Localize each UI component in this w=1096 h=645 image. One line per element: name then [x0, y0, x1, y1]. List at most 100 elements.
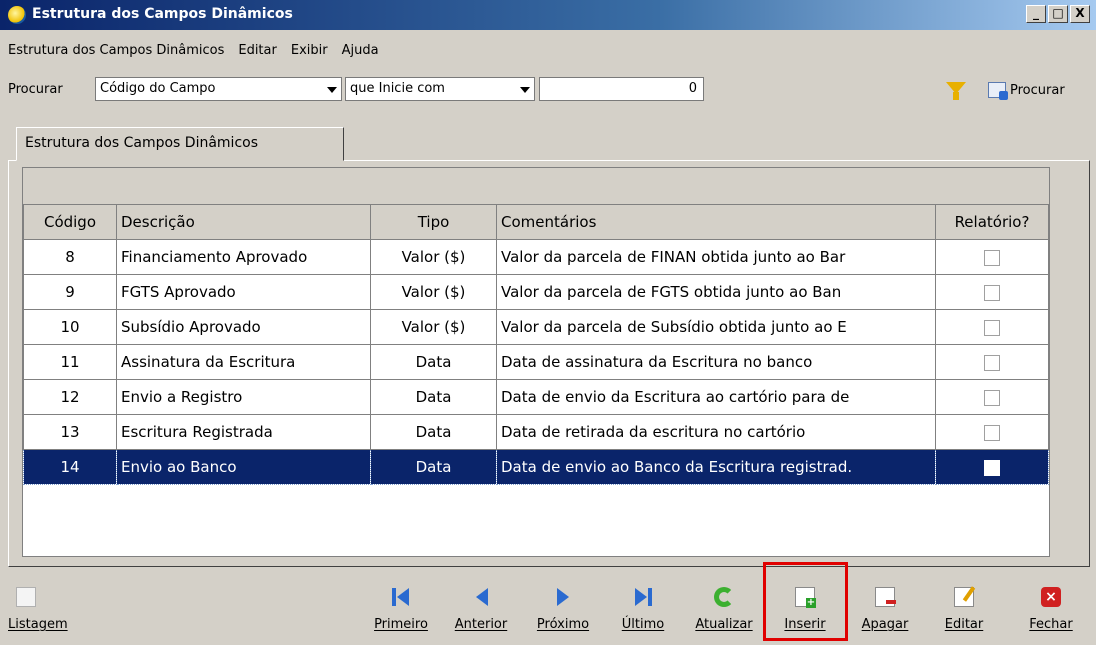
- atualizar-label: Atualizar: [695, 617, 753, 632]
- dropdown-arrow-icon: [520, 87, 530, 93]
- search-label: Procurar: [8, 82, 63, 97]
- fechar-label: Fechar: [1029, 617, 1073, 632]
- column-header-relatorio[interactable]: Relatório?: [935, 204, 1049, 240]
- cell-descricao: Assinatura da Escritura: [116, 344, 371, 380]
- relatorio-checkbox[interactable]: [984, 424, 1000, 441]
- cell-tipo: Valor ($): [370, 239, 497, 275]
- search-input[interactable]: 0: [539, 77, 704, 101]
- table-row[interactable]: 8 Financiamento Aprovado Valor ($) Valor…: [23, 239, 1049, 275]
- refresh-icon: [714, 587, 734, 607]
- relatorio-checkbox[interactable]: [984, 319, 1000, 336]
- cell-codigo: 8: [23, 239, 117, 275]
- listagem-label: Listagem: [8, 617, 68, 632]
- insert-page-icon: +: [795, 587, 816, 608]
- delete-page-icon: [875, 587, 896, 607]
- group-header-band: [23, 168, 1049, 205]
- ultimo-button[interactable]: Último: [612, 575, 674, 639]
- relatorio-checkbox[interactable]: [984, 459, 1000, 476]
- editar-label: Editar: [944, 617, 984, 632]
- cell-relatorio: [935, 414, 1049, 450]
- cell-descricao: Envio ao Banco: [116, 449, 371, 485]
- app-icon: [8, 6, 26, 24]
- table-header-row: Código Descrição Tipo Comentários Relató…: [23, 204, 1049, 240]
- filter-funnel-icon[interactable]: [946, 82, 966, 100]
- cell-codigo: 9: [23, 274, 117, 310]
- cell-comentarios: Valor da parcela de FINAN obtida junto a…: [496, 239, 936, 275]
- cell-comentarios: Data de envio ao Banco da Escritura regi…: [496, 449, 936, 485]
- cell-tipo: Data: [370, 379, 497, 415]
- cell-tipo: Valor ($): [370, 274, 497, 310]
- cell-codigo: 10: [23, 309, 117, 345]
- table-row[interactable]: 10 Subsídio Aprovado Valor ($) Valor da …: [23, 309, 1049, 345]
- relatorio-checkbox[interactable]: [984, 354, 1000, 371]
- ultimo-label: Último: [621, 617, 665, 632]
- menu-ajuda[interactable]: Ajuda: [335, 40, 386, 62]
- cell-relatorio: [935, 309, 1049, 345]
- table-row-selected[interactable]: 14 Envio ao Banco Data Data de envio ao …: [23, 449, 1049, 485]
- menu-editar[interactable]: Editar: [231, 40, 284, 62]
- cell-codigo: 13: [23, 414, 117, 450]
- anterior-button[interactable]: Anterior: [442, 575, 520, 639]
- inserir-button[interactable]: + Inserir: [770, 575, 840, 639]
- relatorio-checkbox[interactable]: [984, 284, 1000, 301]
- cell-comentarios: Valor da parcela de Subsídio obtida junt…: [496, 309, 936, 345]
- edit-pencil-icon: [954, 586, 976, 607]
- cell-relatorio: [935, 344, 1049, 380]
- apagar-button[interactable]: Apagar: [850, 575, 920, 639]
- search-field-select[interactable]: Código do Campo: [95, 77, 342, 101]
- table-row[interactable]: 9 FGTS Aprovado Valor ($) Valor da parce…: [23, 274, 1049, 310]
- fields-table: Código Descrição Tipo Comentários Relató…: [23, 204, 1049, 485]
- cell-comentarios: Data de assinatura da Escritura no banco: [496, 344, 936, 380]
- close-window-button[interactable]: X: [1070, 5, 1090, 23]
- search-button-label: Procurar: [1010, 82, 1065, 98]
- cell-tipo: Data: [370, 449, 497, 485]
- minimize-button[interactable]: _: [1026, 5, 1046, 23]
- relatorio-checkbox[interactable]: [984, 249, 1000, 266]
- tab-label: Estrutura dos Campos Dinâmicos: [25, 135, 258, 151]
- window-title: Estrutura dos Campos Dinâmicos: [32, 6, 293, 22]
- cell-relatorio: [935, 239, 1049, 275]
- relatorio-checkbox[interactable]: [984, 389, 1000, 406]
- column-header-comentarios[interactable]: Comentários: [496, 204, 936, 240]
- menu-exibir[interactable]: Exibir: [284, 40, 335, 62]
- window-controls: _ □ X: [1026, 5, 1090, 23]
- cell-descricao: Envio a Registro: [116, 379, 371, 415]
- column-header-tipo[interactable]: Tipo: [370, 204, 497, 240]
- cell-descricao: Subsídio Aprovado: [116, 309, 371, 345]
- table-row[interactable]: 13 Escritura Registrada Data Data de ret…: [23, 414, 1049, 450]
- table-row[interactable]: 11 Assinatura da Escritura Data Data de …: [23, 344, 1049, 380]
- first-record-icon: [391, 587, 411, 607]
- search-bar: Procurar Código do Campo que Inicie com …: [0, 77, 1096, 103]
- maximize-button[interactable]: □: [1048, 5, 1068, 23]
- next-record-icon: [553, 587, 573, 607]
- anterior-label: Anterior: [454, 617, 508, 632]
- apagar-label: Apagar: [861, 617, 909, 632]
- atualizar-button[interactable]: Atualizar: [685, 575, 763, 639]
- primeiro-label: Primeiro: [374, 617, 428, 632]
- search-operator-value: que Inicie com: [350, 81, 445, 96]
- editar-button[interactable]: Editar: [932, 575, 996, 639]
- cell-relatorio: [935, 274, 1049, 310]
- primeiro-button[interactable]: Primeiro: [366, 575, 436, 639]
- menu-bar: Estrutura dos Campos Dinâmicos Editar Ex…: [0, 40, 386, 62]
- cell-comentarios: Data de envio da Escritura ao cartório p…: [496, 379, 936, 415]
- table-row[interactable]: 12 Envio a Registro Data Data de envio d…: [23, 379, 1049, 415]
- listagem-button[interactable]: Listagem: [8, 575, 78, 639]
- search-button[interactable]: Procurar: [988, 79, 1065, 101]
- cell-tipo: Data: [370, 414, 497, 450]
- cell-comentarios: Valor da parcela de FGTS obtida junto ao…: [496, 274, 936, 310]
- proximo-button[interactable]: Próximo: [525, 575, 601, 639]
- cell-codigo: 14: [23, 449, 117, 485]
- cell-tipo: Data: [370, 344, 497, 380]
- fechar-button[interactable]: × Fechar: [1016, 575, 1086, 639]
- close-icon: ×: [1041, 587, 1061, 607]
- search-operator-select[interactable]: que Inicie com: [345, 77, 535, 101]
- last-record-icon: [633, 587, 653, 607]
- search-input-value: 0: [688, 81, 697, 96]
- proximo-label: Próximo: [536, 617, 590, 632]
- column-header-codigo[interactable]: Código: [23, 204, 117, 240]
- menu-estrutura[interactable]: Estrutura dos Campos Dinâmicos: [0, 40, 231, 62]
- cell-codigo: 11: [23, 344, 117, 380]
- tab-estrutura[interactable]: Estrutura dos Campos Dinâmicos: [16, 127, 344, 161]
- column-header-descricao[interactable]: Descrição: [116, 204, 371, 240]
